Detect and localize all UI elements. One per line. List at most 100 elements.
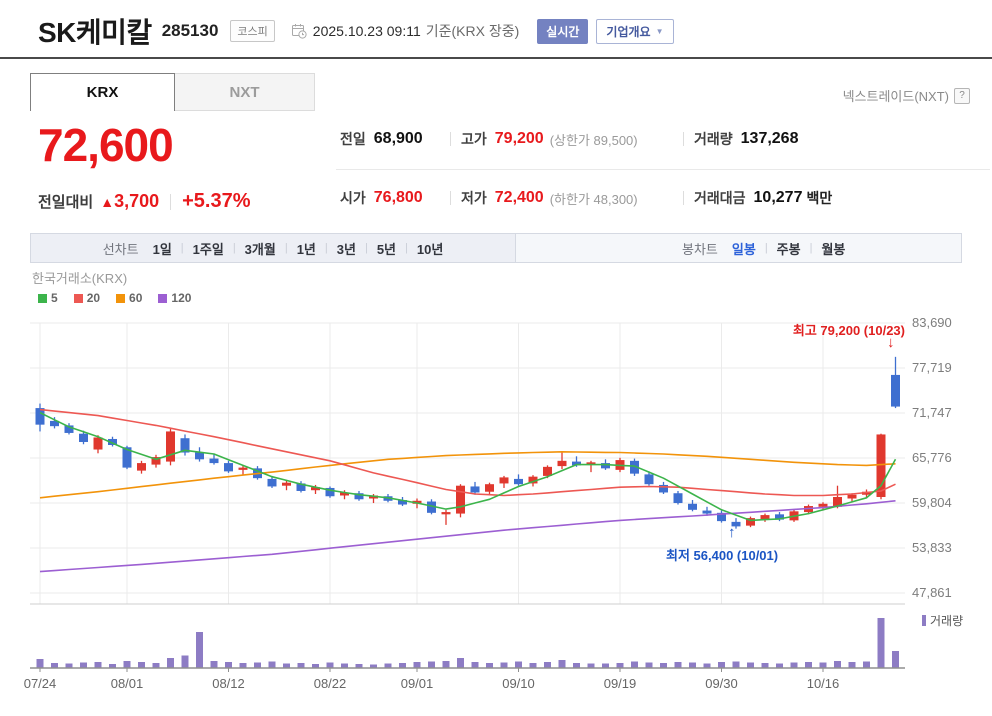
ma-legend: 5 20 60 120 [38,291,191,305]
change-percent: +5.37% [182,190,251,212]
high-annotation: 최고 79,200 (10/23) [792,323,905,338]
stock-name: SK케미칼 [38,17,152,48]
stat-volume: 거래량 137,268 [694,130,799,147]
ma-line-ma5 [39,411,897,522]
header-divider [0,57,992,59]
toolbar-separator: | [809,242,813,254]
x-axis-label: 09/30 [705,676,738,691]
toolbar-candle-type-2[interactable]: 월봉 [821,239,845,258]
ma-legend-label: 20 [86,291,101,305]
x-axis-label: 09/01 [400,676,434,691]
ma-legend-item-60: 60 [116,291,142,305]
ma-color-swatch [116,293,126,303]
volume-legend: 거래량 [922,612,963,629]
stat-separator [450,191,451,205]
toolbar-candle-type-1[interactable]: 주봉 [777,239,801,258]
help-icon[interactable]: ? [954,87,970,104]
candlestick-series [35,356,900,529]
toolbar-candle-type-group: 일봉 | 주봉 | 월봉 [732,239,845,258]
change-label: 전일대비 [38,194,94,211]
toolbar-period-group: 1일 | 1주일 | 3개월 | 1년 | 3년 | 5년 | 10년 [153,239,444,258]
ma-color-swatch [158,293,168,303]
candle-chart-label: 봉차트 [682,241,718,257]
toolbar-separator: | [324,242,328,254]
toolbar-period-4[interactable]: 3년 [337,239,356,258]
toolbar-period-3[interactable]: 1년 [297,239,316,258]
ma-legend-label: 60 [129,291,143,305]
realtime-button[interactable]: 실시간 [537,18,589,44]
toolbar-separator: | [180,242,184,254]
stat-open: 시가 76,800 [340,189,423,206]
x-axis-label: 08/01 [110,676,144,691]
toolbar-candle-chart-group: 봉차트 일봉 | 주봉 | 월봉 [516,233,962,263]
current-price: 72,600 [38,119,174,171]
chart-source-label: 한국거래소(KRX) [32,271,128,286]
market-badge: 코스피 [230,20,275,42]
stat-separator [683,191,684,205]
toolbar-separator: | [764,242,768,254]
ma-legend-item-5: 5 [38,291,58,305]
up-triangle-icon: ▲ [100,194,115,210]
nextrade-note-label: 넥스트레이드(NXT) [842,89,949,104]
change-amount: 3,700 [114,191,160,211]
toolbar-separator: | [405,242,408,254]
stats-divider [336,169,990,170]
stock-detail-page: SK케미칼 285130 코스피 2025.10.23 09:11 기준(KRX… [0,0,992,716]
y-axis-label: 65,776 [912,449,952,465]
toolbar-period-0[interactable]: 1일 [153,239,172,258]
y-axis-label: 83,690 [912,315,952,330]
toolbar-separator: | [364,242,368,254]
toolbar-separator: | [232,242,236,254]
toolbar-period-6[interactable]: 10년 [417,239,443,258]
x-axis-label: 08/12 [212,676,245,691]
toolbar-separator: | [284,242,288,254]
volume-legend-label: 거래량 [930,614,964,628]
toolbar-line-chart-group: 선차트 1일 | 1주일 | 3개월 | 1년 | 3년 | 5년 | 10년 [30,233,516,263]
stat-separator [450,132,451,146]
toolbar-period-1[interactable]: 1주일 [193,239,224,258]
toolbar-period-5[interactable]: 5년 [377,239,396,258]
company-overview-label: 기업개요 [606,24,651,39]
volume-bar-icon [922,615,926,626]
y-axis-label: 59,804 [912,495,952,510]
ma-legend-label: 120 [171,291,192,305]
change-value: ▲3,700 [100,191,159,212]
ma-color-swatch [38,293,47,303]
line-chart-label: 선차트 [102,241,139,257]
stat-low: 저가 72,400 (하한가 48,300) [461,189,638,207]
y-axis-label: 53,833 [912,539,952,555]
ma-legend-item-120: 120 [158,291,191,305]
x-axis-label: 08/22 [313,676,347,691]
tab-krx[interactable]: KRX [30,73,175,111]
header: SK케미칼 285130 코스피 2025.10.23 09:11 기준(KRX… [38,12,674,50]
ma-line-ma60 [39,450,896,499]
tab-nxt[interactable]: NXT [175,73,315,111]
arrow-up-icon: ↑ [728,524,736,541]
stat-trade-value: 거래대금 10,277 백만 [694,189,833,206]
stat-separator [683,132,684,146]
volume-series [36,618,899,668]
y-axis-label: 47,861 [912,585,952,600]
ma-legend-label: 5 [51,291,58,305]
ma-legend-item-20: 20 [73,291,101,305]
company-overview-button[interactable]: 기업개요 ▼ [596,18,674,44]
ma-color-swatch [73,293,83,303]
arrow-down-icon: ↓ [887,334,895,351]
stats-row-2: 시가 76,800 저가 72,400 (하한가 48,300) 거래대금 10… [340,186,832,210]
calendar-clock-icon [291,23,307,39]
price-change-row: 전일대비 ▲3,700 +5.37% [38,190,251,213]
change-separator [170,193,172,210]
chevron-down-icon: ▼ [655,26,664,36]
nextrade-note: 넥스트레이드(NXT) ? [843,86,970,105]
stock-code: 285130 [161,21,219,40]
x-axis-label: 09/10 [502,676,535,691]
ma-line-ma20 [39,408,896,497]
quote-datetime: 2025.10.23 09:11 [312,23,421,39]
toolbar-candle-type-0[interactable]: 일봉 [732,239,756,258]
toolbar-period-2[interactable]: 3개월 [245,239,276,258]
y-axis-label: 77,719 [912,359,952,375]
x-axis-label: 07/24 [23,676,57,691]
stats-row-1: 전일 68,900 고가 79,200 (상한가 89,500) 거래량 137… [340,127,798,151]
low-annotation: 최저 56,400 (10/01) [666,548,779,563]
quote-datetime-suffix: 기준(KRX 장중) [425,23,520,39]
